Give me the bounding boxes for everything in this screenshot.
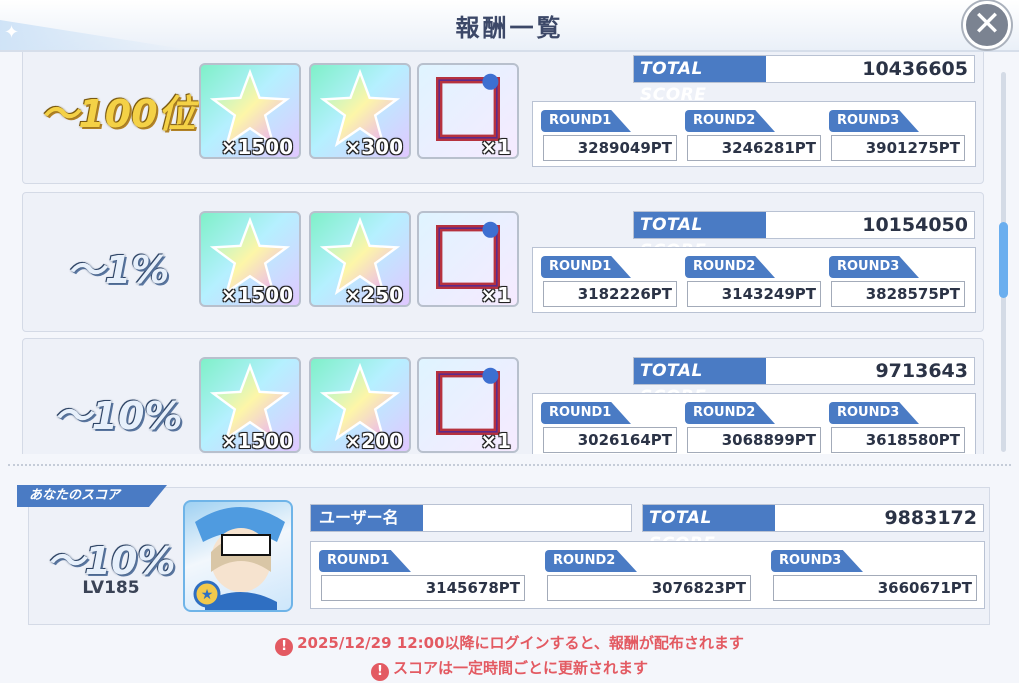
reward-item[interactable]: ×200 bbox=[309, 357, 411, 453]
total-score-box: TOTAL SCORE 10436605 bbox=[633, 55, 975, 105]
header-bar: ✦ 報酬一覧 ✕ bbox=[0, 0, 1019, 52]
reward-qty: ×200 bbox=[344, 429, 403, 453]
reward-list[interactable]: 〜100位 ×1500 ×300 ×1 TOTAL SCORE 10436605… bbox=[0, 52, 1019, 454]
total-score-value: 10436605 bbox=[862, 58, 968, 80]
round-value: 3660671PT bbox=[773, 575, 977, 601]
reward-qty: ×300 bbox=[344, 135, 403, 159]
round-value: 3828575PT bbox=[831, 281, 965, 307]
total-score-label: TOTAL SCORE bbox=[634, 212, 766, 261]
reward-item[interactable]: ×1 bbox=[417, 63, 519, 159]
round-value: 3182226PT bbox=[543, 281, 677, 307]
rounds-box: ROUND1 ROUND2 ROUND3 3182226PT 3143249PT… bbox=[532, 247, 976, 313]
total-score-value: 9713643 bbox=[875, 360, 968, 382]
total-score-value: 10154050 bbox=[862, 214, 968, 236]
my-rounds-box: ROUND1 ROUND2 ROUND3 3145678PT 3076823PT… bbox=[310, 541, 985, 609]
round-value: 3145678PT bbox=[321, 575, 525, 601]
user-name-box: ユーザー名 bbox=[310, 504, 632, 532]
warning-icon: ! bbox=[370, 663, 389, 681]
reward-item[interactable]: ×1 bbox=[417, 357, 519, 453]
round-label: ROUND1 bbox=[541, 402, 631, 424]
avatar[interactable]: ★ bbox=[183, 500, 293, 612]
round-label: ROUND2 bbox=[685, 402, 775, 424]
reward-qty: ×250 bbox=[344, 283, 403, 307]
round-label: ROUND2 bbox=[545, 550, 637, 572]
round-label: ROUND3 bbox=[829, 402, 919, 424]
reward-item[interactable]: ×1500 bbox=[199, 63, 301, 159]
page-title: 報酬一覧 bbox=[455, 14, 564, 42]
rounds-box: ROUND1 ROUND2 ROUND3 3289049PT 3246281PT… bbox=[532, 101, 976, 167]
reward-qty: ×1500 bbox=[220, 135, 293, 159]
notice-text: ! 2025/12/29 12:00以降にログインすると、報酬が配布されます bbox=[0, 632, 1019, 656]
reward-item[interactable]: ×1 bbox=[417, 211, 519, 307]
round-value: 3289049PT bbox=[543, 135, 677, 161]
total-score-box: TOTAL SCORE 10154050 bbox=[633, 211, 975, 261]
round-label: ROUND3 bbox=[829, 110, 919, 132]
round-label: ROUND1 bbox=[541, 110, 631, 132]
reward-item[interactable]: ×1500 bbox=[199, 357, 301, 453]
total-score-label: TOTAL SCORE bbox=[643, 505, 775, 554]
user-name-label: ユーザー名 bbox=[311, 505, 423, 531]
round-value: 3068899PT bbox=[687, 427, 821, 453]
reward-row: 〜100位 ×1500 ×300 ×1 TOTAL SCORE 10436605… bbox=[22, 52, 984, 184]
rank-label: 〜100位 bbox=[40, 92, 196, 136]
round-label: ROUND2 bbox=[685, 110, 775, 132]
reward-qty: ×1 bbox=[480, 135, 511, 159]
rank-label: 〜10% bbox=[53, 394, 183, 438]
my-total-score-box: TOTAL SCORE 9883172 bbox=[642, 504, 984, 554]
avatar-character-icon: ★ bbox=[193, 507, 285, 610]
svg-text:★: ★ bbox=[201, 587, 214, 603]
close-button[interactable]: ✕ bbox=[963, 1, 1011, 49]
round-label: ROUND1 bbox=[319, 550, 411, 572]
round-value: 3026164PT bbox=[543, 427, 677, 453]
rounds-box: ROUND1 ROUND2 ROUND3 3026164PT 3068899PT… bbox=[532, 393, 976, 454]
round-value: 3618580PT bbox=[831, 427, 965, 453]
reward-item[interactable]: ×300 bbox=[309, 63, 411, 159]
section-divider bbox=[8, 464, 1011, 466]
round-value: 3143249PT bbox=[687, 281, 821, 307]
total-score-box: TOTAL SCORE 9713643 bbox=[633, 357, 975, 407]
round-value: 3901275PT bbox=[831, 135, 965, 161]
round-value: 3246281PT bbox=[687, 135, 821, 161]
total-score-label: TOTAL SCORE bbox=[634, 56, 766, 105]
reward-qty: ×1 bbox=[480, 429, 511, 453]
close-icon: ✕ bbox=[972, 4, 1002, 44]
notice-message: 2025/12/29 12:00以降にログインすると、報酬が配布されます bbox=[297, 634, 744, 652]
round-label: ROUND2 bbox=[685, 256, 775, 278]
round-label: ROUND3 bbox=[771, 550, 863, 572]
round-label: ROUND1 bbox=[541, 256, 631, 278]
reward-row: 〜10% ×1500 ×200 ×1 TOTAL SCORE 9713643 bbox=[22, 338, 984, 454]
total-score-label: TOTAL SCORE bbox=[634, 358, 766, 407]
my-level-label: LV185 bbox=[82, 578, 140, 598]
notice-message: スコアは一定時間ごとに更新されます bbox=[392, 659, 648, 677]
reward-row: 〜1% ×1500 ×250 ×1 TOTAL SCORE 10154050 bbox=[22, 192, 984, 332]
round-value: 3076823PT bbox=[547, 575, 751, 601]
scrollbar-thumb[interactable] bbox=[999, 222, 1008, 298]
my-rank-label: 〜10% bbox=[46, 539, 176, 583]
my-score-tag: あなたのスコア bbox=[17, 485, 167, 507]
round-label: ROUND3 bbox=[829, 256, 919, 278]
reward-qty: ×1500 bbox=[220, 429, 293, 453]
notice-text: ! スコアは一定時間ごとに更新されます bbox=[0, 657, 1019, 681]
reward-item[interactable]: ×1500 bbox=[199, 211, 301, 307]
rank-label: 〜1% bbox=[66, 248, 170, 292]
reward-qty: ×1500 bbox=[220, 283, 293, 307]
reward-item[interactable]: ×250 bbox=[309, 211, 411, 307]
censor-bar bbox=[221, 534, 271, 556]
warning-icon: ! bbox=[275, 638, 294, 656]
reward-qty: ×1 bbox=[480, 283, 511, 307]
total-score-value: 9883172 bbox=[884, 507, 977, 529]
